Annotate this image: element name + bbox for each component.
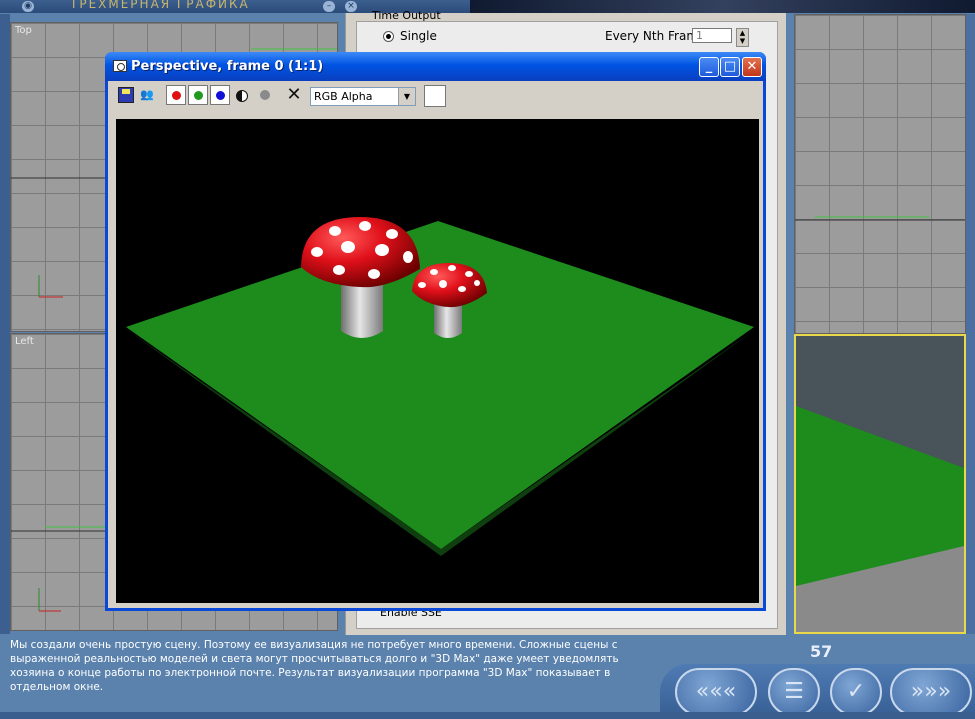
blue-channel-toggle[interactable]	[210, 85, 230, 105]
channel-select-value: RGB Alpha	[314, 90, 373, 103]
render-toolbar: 👥 ✕ RGB Alpha ▼	[108, 81, 763, 109]
close-button[interactable]: ✕	[742, 57, 762, 77]
starfield-decoration	[470, 0, 975, 13]
menu-button[interactable]: ☰	[768, 668, 820, 716]
next-button[interactable]: »»»	[890, 668, 972, 716]
every-nth-frame-spinner[interactable]: ▲ ▼	[736, 28, 749, 47]
monochrome-icon[interactable]	[236, 90, 248, 102]
app-menu-icon[interactable]: ◉	[22, 1, 34, 12]
alpha-channel-icon[interactable]	[260, 90, 270, 100]
color-swatch[interactable]	[424, 85, 446, 107]
render-frame-window: Perspective, frame 0 (1:1) _ □ ✕ 👥 ✕ RGB…	[105, 52, 766, 611]
time-output-label: Time Output	[372, 9, 441, 22]
left-edge-strip	[0, 14, 10, 634]
save-icon[interactable]	[118, 87, 134, 103]
app-close-icon[interactable]: ×	[345, 1, 357, 12]
render-window-titlebar[interactable]: Perspective, frame 0 (1:1) _ □ ✕	[105, 52, 766, 81]
camera-icon	[113, 60, 127, 72]
page-number: 57	[810, 642, 833, 661]
ok-button[interactable]: ✓	[830, 668, 882, 716]
channel-select[interactable]: RGB Alpha ▼	[310, 87, 416, 106]
render-canvas	[116, 119, 759, 603]
green-channel-toggle[interactable]	[188, 85, 208, 105]
single-radio[interactable]	[383, 31, 394, 42]
minimize-button[interactable]: _	[699, 57, 719, 77]
viewport-front[interactable]	[794, 14, 966, 334]
rendered-scene	[126, 217, 756, 556]
info-text: Мы создали очень простую сцену. Поэтому …	[10, 639, 619, 693]
single-label: Single	[400, 29, 437, 43]
app-title: ТРЕХМЕРНАЯ ГРАФИКА	[70, 0, 250, 11]
right-edge-strip	[966, 14, 975, 634]
prev-button[interactable]: «««	[675, 668, 757, 716]
every-nth-frame-input[interactable]: 1	[692, 28, 732, 43]
red-channel-toggle[interactable]	[166, 85, 186, 105]
viewport-perspective[interactable]	[794, 334, 966, 634]
viewport-front-contents	[795, 216, 965, 221]
chevron-down-icon: ▼	[398, 88, 415, 105]
big-mushroom-stem	[341, 279, 383, 338]
clear-icon[interactable]: ✕	[285, 85, 303, 105]
clone-icon[interactable]: 👥	[139, 87, 155, 103]
render-window-title: Perspective, frame 0 (1:1)	[131, 59, 324, 74]
small-mushroom-stem	[434, 303, 462, 338]
viewport-perspective-contents	[796, 336, 964, 632]
maximize-button[interactable]: □	[720, 57, 740, 77]
app-minimize-icon[interactable]: –	[323, 1, 335, 12]
app-title-bar: ◉ ТРЕХМЕРНАЯ ГРАФИКА – ×	[0, 0, 975, 13]
bottom-strip	[0, 712, 975, 719]
